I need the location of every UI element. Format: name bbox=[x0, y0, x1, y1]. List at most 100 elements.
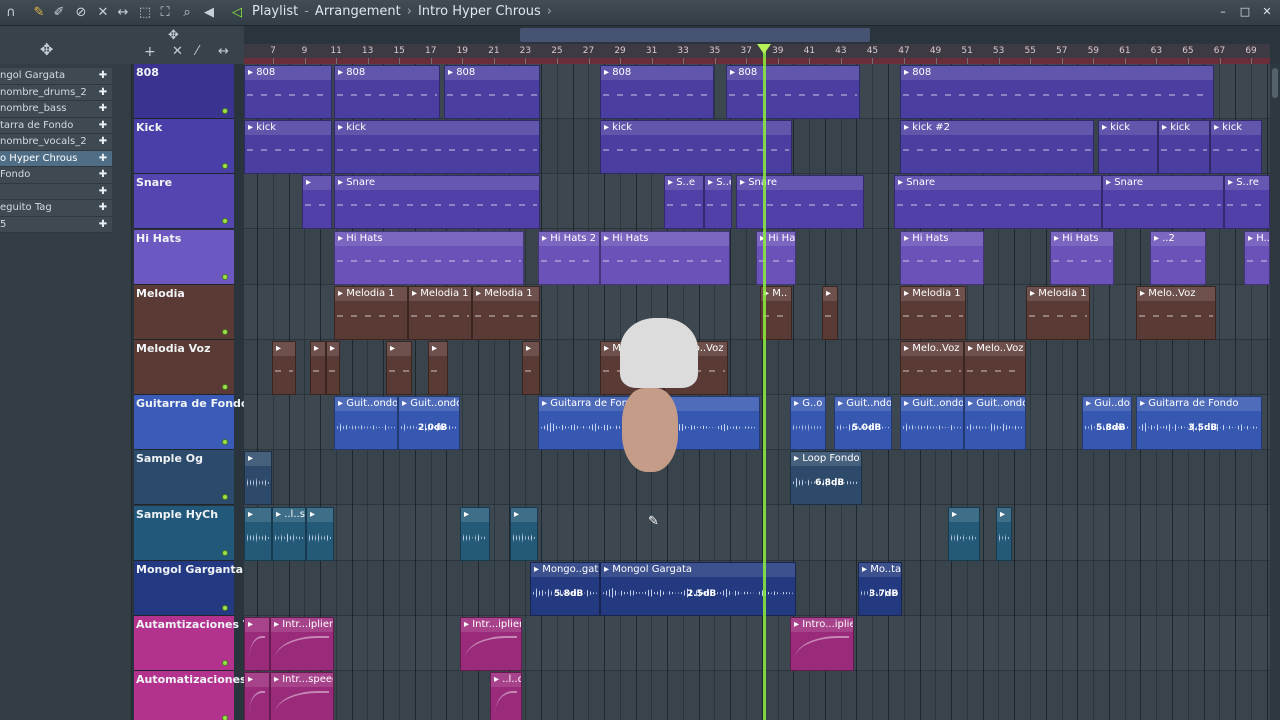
track-header[interactable]: Guitarra de Fondo bbox=[134, 395, 248, 451]
track-mute-toggle[interactable] bbox=[222, 384, 228, 390]
clip[interactable]: ▸ 808 bbox=[726, 65, 860, 119]
playhead[interactable] bbox=[763, 44, 766, 720]
clip[interactable]: ▸ Guitarra de Fondo 3.5dB bbox=[1136, 396, 1262, 451]
close-button[interactable]: ✕ bbox=[1260, 4, 1274, 20]
clip[interactable]: ▸ Melodia 1 bbox=[408, 285, 472, 340]
browser-item[interactable]: ngol Gargata ✚ bbox=[0, 68, 112, 85]
clip[interactable]: ▸ 808 bbox=[900, 65, 1214, 119]
track-mute-toggle[interactable] bbox=[222, 439, 228, 446]
track-header[interactable]: 808 bbox=[134, 64, 234, 119]
track-mute-toggle[interactable] bbox=[222, 218, 228, 225]
zoom-fit-icon[interactable]: ⛶ bbox=[156, 4, 174, 22]
clip[interactable]: ▸ Loop Fondo 6.8dB bbox=[790, 451, 862, 506]
track-lane[interactable] bbox=[244, 671, 1270, 720]
edit-icon[interactable]: ⁄ bbox=[196, 44, 198, 59]
clip[interactable]: ▸ kick bbox=[1210, 120, 1262, 175]
clip[interactable]: ▸ G..o bbox=[790, 396, 826, 451]
clip[interactable]: ▸ Snare bbox=[334, 175, 540, 230]
clip[interactable]: ▸ Intr...speed bbox=[270, 672, 334, 720]
playback-icon[interactable]: ◀ bbox=[200, 4, 218, 22]
track-mute-toggle[interactable] bbox=[222, 494, 228, 501]
track-mute-toggle[interactable] bbox=[222, 328, 228, 335]
clip[interactable]: ▸ bbox=[244, 506, 272, 561]
track-mute-toggle[interactable] bbox=[222, 660, 228, 666]
browser-item[interactable]: o Hyper Chrous ✚ bbox=[0, 150, 112, 167]
snap-icon[interactable]: ✥ bbox=[40, 40, 53, 59]
browser-item[interactable]: Fondo ✚ bbox=[0, 167, 112, 184]
clip[interactable]: ▸ Melo..Voz bbox=[1136, 285, 1216, 340]
browser-item[interactable]: tarra de Fondo ✚ bbox=[0, 117, 112, 134]
snap-icon[interactable]: ✥ bbox=[168, 28, 179, 43]
browser-item[interactable]: ✚ bbox=[0, 183, 112, 200]
track-header[interactable]: Mongol Garganta bbox=[134, 560, 243, 616]
browser-item[interactable]: nombre_drums_2 ✚ bbox=[0, 84, 112, 101]
clip[interactable]: ▸ bbox=[244, 617, 270, 671]
clip[interactable]: ▸ Hi Hats bbox=[900, 230, 984, 285]
track-mute-toggle[interactable] bbox=[222, 163, 228, 170]
zoom-icon[interactable]: ⌕ bbox=[178, 4, 196, 22]
clip[interactable]: ▸ Hi Hats bbox=[1050, 230, 1114, 285]
browser-item[interactable]: nombre_vocals_2 ✚ bbox=[0, 134, 112, 151]
clip[interactable]: ▸ bbox=[244, 451, 272, 506]
track-header[interactable]: Melodia bbox=[134, 284, 234, 340]
track-header[interactable]: Automatizaciones bbox=[134, 671, 247, 720]
clip[interactable]: ▸ bbox=[306, 506, 334, 561]
track-lane[interactable] bbox=[244, 505, 1270, 561]
pattern-name[interactable]: Intro Hyper Chrous bbox=[418, 4, 541, 19]
clip[interactable]: ▸ H..s bbox=[1244, 230, 1270, 285]
clip[interactable]: ▸ Melodia 1 bbox=[472, 285, 540, 340]
clip[interactable]: ▸ ..l..s bbox=[272, 506, 306, 561]
track-header[interactable]: Autamtizaciones Vol bbox=[134, 616, 262, 671]
clip[interactable]: ▸ Guit..ondo bbox=[964, 396, 1026, 451]
resize-icon[interactable]: ↔ bbox=[218, 44, 229, 59]
brush-icon[interactable]: ✐ bbox=[50, 4, 68, 22]
track-mute-toggle[interactable] bbox=[222, 273, 228, 280]
clip[interactable]: ▸ 808 bbox=[600, 65, 714, 119]
clip[interactable]: ▸ Intro...iplier bbox=[790, 617, 854, 671]
clip[interactable]: ▸ kick bbox=[1158, 120, 1210, 175]
clip[interactable]: ▸ bbox=[460, 506, 490, 561]
clip[interactable]: ▸ Melo..Voz bbox=[964, 341, 1026, 395]
clip[interactable]: ▸ Snare bbox=[894, 175, 1102, 230]
clip[interactable]: ▸ Melodia 1 bbox=[1026, 285, 1090, 340]
clip[interactable]: ▸ Intr...iplier bbox=[460, 617, 522, 671]
clip[interactable]: ▸ Hi Hats bbox=[334, 230, 524, 285]
pencil-icon[interactable]: ✎ bbox=[30, 4, 48, 22]
browser-item[interactable]: nombre_bass ✚ bbox=[0, 101, 112, 118]
clip[interactable]: ▸ Intr...iplier bbox=[270, 617, 334, 671]
playlist-grid[interactable]: ▸ 808 ▸ 808 ▸ 808 ▸ 808 ▸ 808 ▸ 808 ▸ kick ▸ ki… bbox=[244, 64, 1270, 720]
clip[interactable]: ▸ bbox=[948, 506, 980, 561]
clip[interactable]: ▸ 808 bbox=[244, 65, 332, 119]
clip[interactable]: ▸ Melodia 1 bbox=[900, 285, 966, 340]
clip[interactable]: ▸ bbox=[386, 341, 412, 395]
clip[interactable]: ▸ bbox=[272, 341, 296, 395]
remove-icon[interactable]: ✕ bbox=[172, 44, 183, 59]
clip[interactable]: ▸ S..e bbox=[664, 175, 704, 230]
clip[interactable]: ▸ Snare bbox=[1102, 175, 1224, 230]
clip[interactable]: ▸ kick bbox=[334, 120, 540, 175]
clip[interactable]: ▸ bbox=[822, 285, 838, 340]
add-icon[interactable]: + bbox=[144, 44, 156, 60]
track-mute-toggle[interactable] bbox=[222, 715, 228, 720]
playhead-marker[interactable] bbox=[757, 44, 771, 54]
clip[interactable]: ▸ kick bbox=[244, 120, 332, 175]
vertical-scrollbar[interactable] bbox=[1270, 64, 1280, 720]
clip[interactable]: ▸ ..2 bbox=[1150, 230, 1206, 285]
track-header[interactable]: Sample Og bbox=[134, 450, 234, 506]
magnet-icon[interactable]: ∩ bbox=[2, 4, 20, 22]
clip[interactable]: ▸ Hi Hats bbox=[756, 230, 796, 285]
clip[interactable]: ▸ 808 bbox=[444, 65, 540, 119]
track-mute-toggle[interactable] bbox=[222, 108, 228, 114]
clip[interactable]: ▸ 808 bbox=[334, 65, 440, 119]
clip[interactable]: ▸ Hi Hats 2 bbox=[538, 230, 600, 285]
clip[interactable]: ▸ Guit..ondo bbox=[900, 396, 964, 451]
clip[interactable]: ▸ Snare bbox=[736, 175, 864, 230]
clip[interactable]: ▸ Guit..ndo 5.0dB bbox=[834, 396, 892, 451]
track-mute-toggle[interactable] bbox=[222, 549, 228, 556]
clip[interactable]: ▸ Gui..do 5.8dB bbox=[1082, 396, 1132, 451]
clip[interactable]: ▸ Melodia 1 bbox=[334, 285, 408, 340]
play-icon[interactable]: ◁ bbox=[228, 4, 246, 22]
clip[interactable]: ▸ Melo..Voz bbox=[900, 341, 964, 395]
select-icon[interactable]: ⬚ bbox=[136, 4, 154, 22]
clip[interactable]: ▸ bbox=[310, 341, 326, 395]
